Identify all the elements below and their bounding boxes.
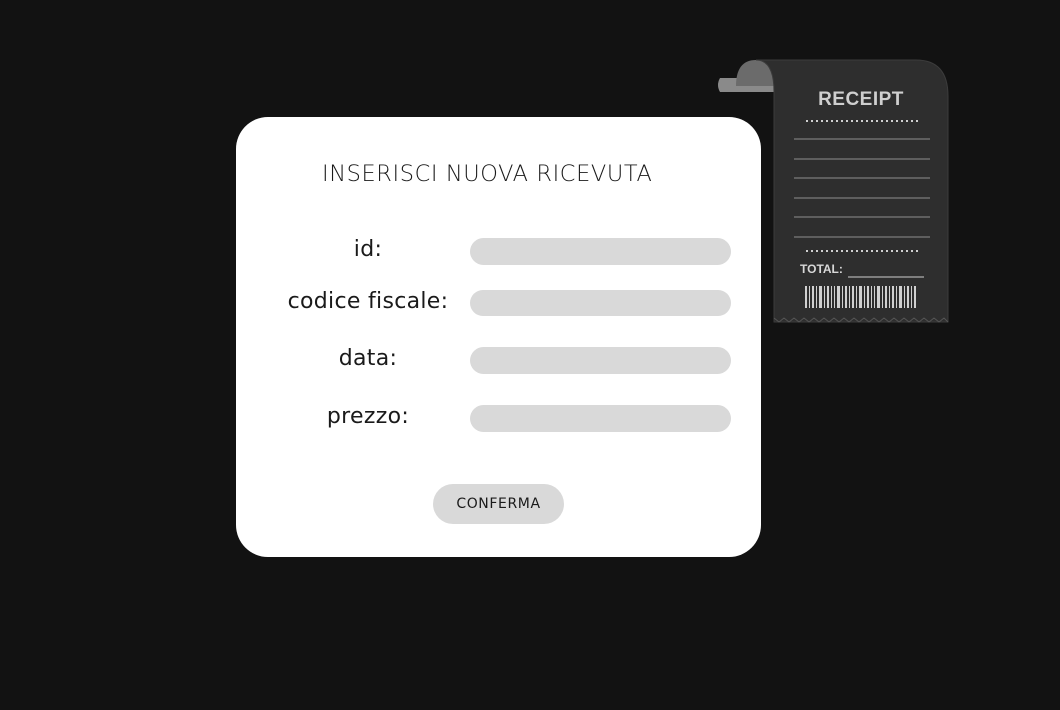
data-label: data: <box>338 346 398 371</box>
page: RECEIPT TOTAL: INSERISCI NUOVA RICEVUTA … <box>0 0 1060 710</box>
codice-fiscale-label: codice fiscale: <box>287 289 449 314</box>
prezzo-label: prezzo: <box>326 404 410 429</box>
form-title: INSERISCI NUOVA RICEVUTA <box>322 162 653 187</box>
confirm-button[interactable]: CONFERMA <box>433 484 564 524</box>
id-label: id: <box>353 237 383 262</box>
receipt-title: RECEIPT <box>818 89 904 110</box>
id-input[interactable] <box>470 238 731 265</box>
data-input[interactable] <box>470 347 731 374</box>
codice-fiscale-input[interactable] <box>470 290 731 316</box>
barcode-icon <box>805 286 916 308</box>
prezzo-input[interactable] <box>470 405 731 432</box>
receipt-total-label: TOTAL: <box>800 262 843 276</box>
